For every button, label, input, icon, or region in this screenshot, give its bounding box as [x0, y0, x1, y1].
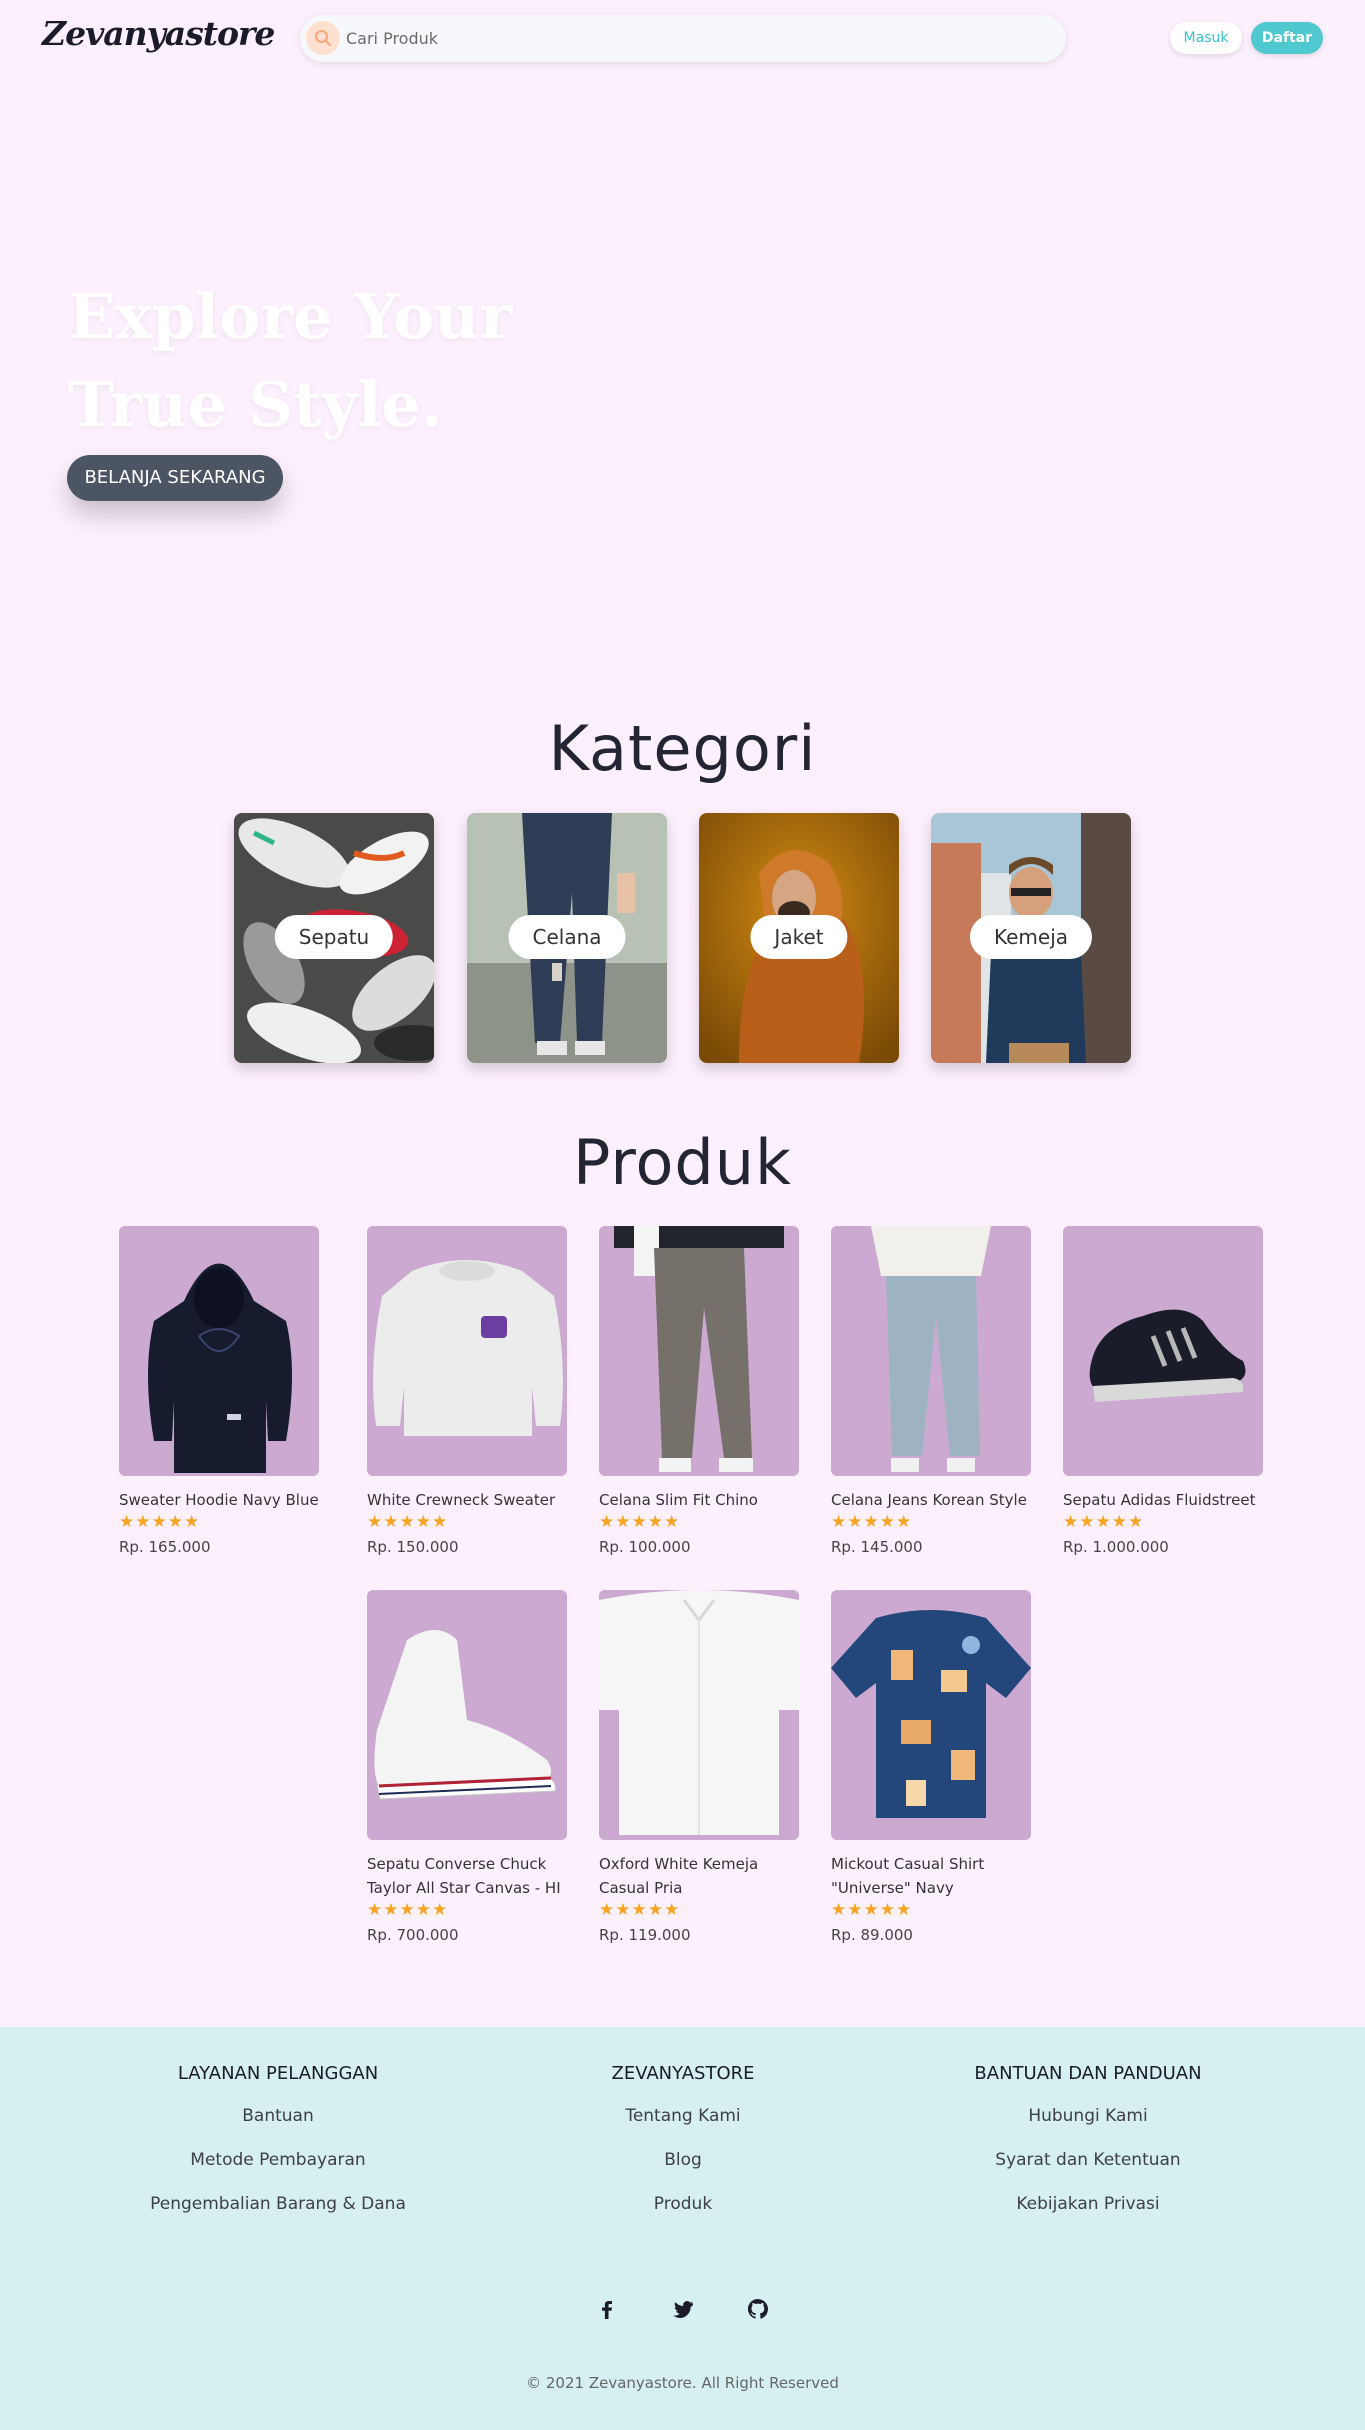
product-image[interactable]: [831, 1226, 1031, 1476]
category-card-sepatu[interactable]: Sepatu: [234, 813, 434, 1063]
rating-stars-icon: ★★★★★: [1063, 1512, 1145, 1532]
footer-column-title: LAYANAN PELANGGAN: [177, 2063, 379, 2084]
product-price: Rp. 165.000: [119, 1538, 211, 1556]
product-name[interactable]: Oxford White Kemeja Casual Pria: [599, 1852, 799, 1900]
jeans-korean-image: [871, 1226, 991, 1472]
logo[interactable]: Zevanyastore: [42, 14, 275, 53]
category-card-jaket[interactable]: Jaket: [699, 813, 899, 1063]
product-name[interactable]: Sepatu Converse Chuck Taylor All Star Ca…: [367, 1852, 567, 1900]
product-image[interactable]: [599, 1590, 799, 1840]
footer-link[interactable]: Metode Pembayaran: [68, 2148, 488, 2172]
produk-title: Produk: [573, 1126, 792, 1199]
category-label[interactable]: Jaket: [750, 915, 848, 959]
product-price: Rp. 89.000: [831, 1926, 913, 1944]
footer-link[interactable]: Pengembalian Barang & Dana: [68, 2192, 488, 2216]
product-card[interactable]: White Crewneck Sweater ★★★★★ Rp. 150.000: [367, 1226, 567, 1556]
category-label[interactable]: Celana: [508, 915, 626, 959]
product-card[interactable]: Oxford White Kemeja Casual Pria ★★★★★ Rp…: [599, 1590, 799, 1944]
footer-link[interactable]: Produk: [473, 2192, 893, 2216]
footer-link[interactable]: Blog: [473, 2148, 893, 2172]
footer-column-zevanyastore: ZEVANYASTORE Tentang Kami Blog Produk: [473, 2063, 893, 2236]
product-price: Rp. 145.000: [831, 1538, 923, 1556]
footer-column-title: BANTUAN DAN PANDUAN: [974, 2063, 1202, 2084]
converse-image: [374, 1630, 556, 1800]
category-label[interactable]: Kemeja: [969, 915, 1093, 959]
footer-link[interactable]: Bantuan: [68, 2104, 488, 2128]
product-name[interactable]: Mickout Casual Shirt "Universe" Navy: [831, 1852, 1031, 1900]
header: Zevanyastore Masuk Daftar: [0, 0, 1365, 76]
sneaker-adidas-image: [1089, 1309, 1246, 1402]
footer-link[interactable]: Hubungi Kami: [878, 2104, 1298, 2128]
product-image[interactable]: [831, 1590, 1031, 1840]
product-price: Rp. 119.000: [599, 1926, 691, 1944]
login-button[interactable]: Masuk: [1170, 22, 1242, 54]
category-card-kemeja[interactable]: Kemeja: [931, 813, 1131, 1063]
kategori-title: Kategori: [548, 712, 817, 785]
category-card-celana[interactable]: Celana: [467, 813, 667, 1063]
product-card[interactable]: Celana Slim Fit Chino ★★★★★ Rp. 100.000: [599, 1226, 799, 1556]
product-name[interactable]: Sepatu Adidas Fluidstreet: [1063, 1488, 1263, 1512]
product-card[interactable]: Sepatu Adidas Fluidstreet ★★★★★ Rp. 1.00…: [1063, 1226, 1263, 1556]
product-image[interactable]: [119, 1226, 319, 1476]
product-price: Rp. 1.000.000: [1063, 1538, 1169, 1556]
twitter-icon[interactable]: [671, 2297, 695, 2321]
product-image[interactable]: [367, 1590, 567, 1840]
rating-stars-icon: ★★★★★: [599, 1512, 681, 1532]
rating-stars-icon: ★★★★★: [599, 1900, 681, 1920]
product-name[interactable]: Celana Jeans Korean Style: [831, 1488, 1031, 1512]
copyright-text: © 2021 Zevanyastore. All Right Reserved: [526, 2374, 839, 2392]
facebook-icon[interactable]: [595, 2297, 619, 2321]
chino-pants-image: [614, 1226, 784, 1472]
product-name[interactable]: Celana Slim Fit Chino: [599, 1488, 799, 1512]
footer-column-title: ZEVANYASTORE: [611, 2063, 755, 2084]
search-input[interactable]: [346, 15, 1046, 62]
product-name[interactable]: White Crewneck Sweater: [367, 1488, 567, 1512]
footer-column-layanan: LAYANAN PELANGGAN Bantuan Metode Pembaya…: [68, 2063, 488, 2236]
github-icon[interactable]: [746, 2297, 770, 2321]
search-icon[interactable]: [306, 21, 340, 55]
casual-shirt-image: [831, 1610, 1031, 1818]
rating-stars-icon: ★★★★★: [367, 1900, 449, 1920]
product-card[interactable]: Sweater Hoodie Navy Blue ★★★★★ Rp. 165.0…: [119, 1226, 319, 1556]
product-price: Rp. 100.000: [599, 1538, 691, 1556]
product-image[interactable]: [367, 1226, 567, 1476]
oxford-shirt-image: [599, 1590, 799, 1840]
footer-column-bantuan: BANTUAN DAN PANDUAN Hubungi Kami Syarat …: [878, 2063, 1298, 2236]
hoodie-image: [148, 1263, 292, 1473]
product-image[interactable]: [599, 1226, 799, 1476]
rating-stars-icon: ★★★★★: [831, 1900, 913, 1920]
search-bar[interactable]: [300, 15, 1066, 62]
crewneck-image: [373, 1260, 563, 1436]
shop-now-button[interactable]: BELANJA SEKARANG: [67, 455, 283, 501]
footer-link[interactable]: Kebijakan Privasi: [878, 2192, 1298, 2216]
product-price: Rp. 150.000: [367, 1538, 459, 1556]
social-links: [0, 2297, 1365, 2321]
product-image[interactable]: [1063, 1226, 1263, 1476]
product-price: Rp. 700.000: [367, 1926, 459, 1944]
footer: LAYANAN PELANGGAN Bantuan Metode Pembaya…: [0, 2027, 1365, 2430]
rating-stars-icon: ★★★★★: [119, 1512, 201, 1532]
footer-link[interactable]: Syarat dan Ketentuan: [878, 2148, 1298, 2172]
product-card[interactable]: Sepatu Converse Chuck Taylor All Star Ca…: [367, 1590, 567, 1944]
hero-title-line2: True Style.: [68, 368, 443, 441]
hero-title-line1: Explore Your: [68, 280, 513, 353]
rating-stars-icon: ★★★★★: [831, 1512, 913, 1532]
rating-stars-icon: ★★★★★: [367, 1512, 449, 1532]
footer-link[interactable]: Tentang Kami: [473, 2104, 893, 2128]
product-card[interactable]: Celana Jeans Korean Style ★★★★★ Rp. 145.…: [831, 1226, 1031, 1556]
register-button[interactable]: Daftar: [1251, 22, 1323, 54]
category-label[interactable]: Sepatu: [274, 915, 394, 959]
product-name[interactable]: Sweater Hoodie Navy Blue: [119, 1488, 319, 1512]
product-card[interactable]: Mickout Casual Shirt "Universe" Navy ★★★…: [831, 1590, 1031, 1944]
